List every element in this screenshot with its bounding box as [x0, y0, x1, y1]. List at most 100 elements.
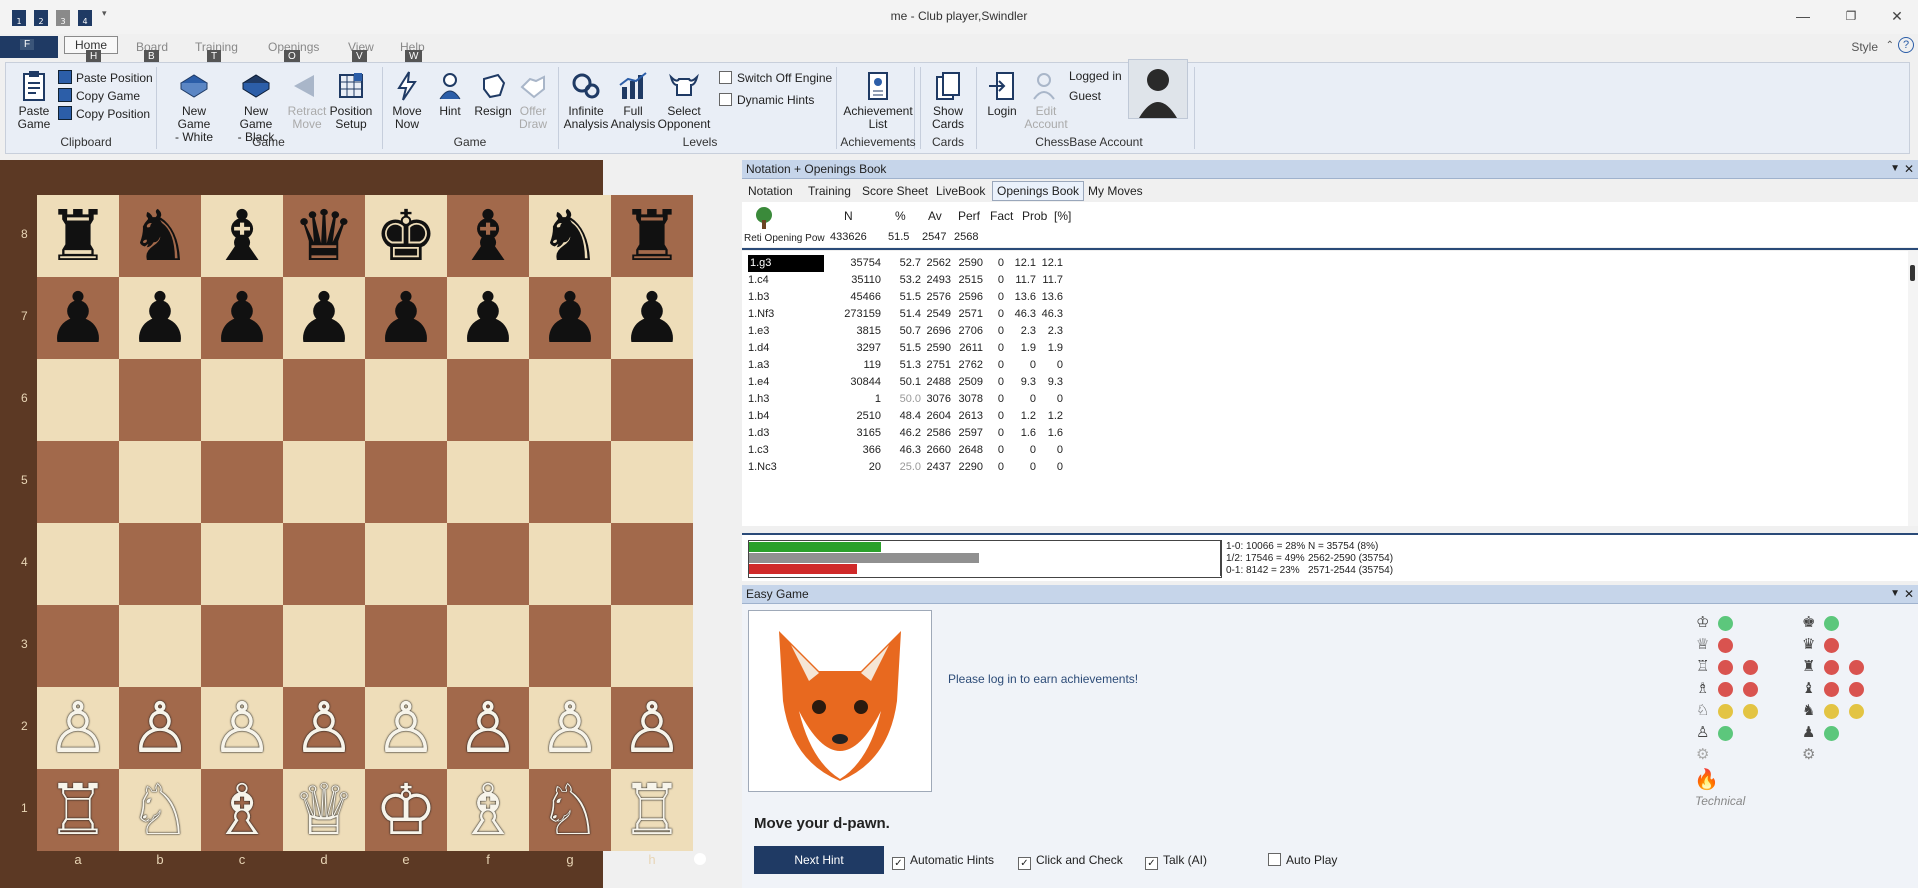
close-icon[interactable]: ✕ [1882, 6, 1912, 26]
board-square[interactable] [365, 605, 447, 687]
book-move-row[interactable]: 1.g3 35754 52.7 2562 2590 0 12.1 12.1 [746, 255, 1086, 272]
retract-move-button[interactable]: Retract Move [286, 69, 328, 131]
board-square[interactable] [201, 605, 283, 687]
white-pawn-icon[interactable]: ♙ [201, 687, 283, 769]
board-square[interactable] [529, 605, 611, 687]
board-square[interactable] [529, 359, 611, 441]
panel-menu-icon[interactable]: ▼ [1890, 585, 1900, 603]
book-move-row[interactable]: 1.b3 45466 51.5 2576 2596 0 13.6 13.6 [746, 289, 1086, 306]
offer-draw-button[interactable]: Offer Draw [514, 69, 552, 131]
panel-menu-icon[interactable]: ▼ [1890, 160, 1900, 178]
panel-close-icon[interactable]: ✕ [1904, 160, 1914, 178]
position-setup-button[interactable]: Position Setup [328, 69, 374, 131]
white-rook-icon[interactable]: ♖ [611, 769, 693, 851]
board-square[interactable] [119, 441, 201, 523]
tab-score-sheet[interactable]: Score Sheet [862, 184, 928, 198]
paste-position-button[interactable]: Paste Position [58, 69, 153, 87]
board-square[interactable] [529, 441, 611, 523]
show-cards-button[interactable]: Show Cards [928, 69, 968, 131]
black-king-icon[interactable]: ♚ [365, 195, 447, 277]
book-move[interactable]: 1.g3 [748, 255, 824, 272]
tab-openings-book[interactable]: Openings Book [992, 181, 1085, 201]
white-pawn-icon[interactable]: ♙ [447, 687, 529, 769]
new-game-black-button[interactable]: New Game - Black [226, 69, 286, 144]
white-pawn-icon[interactable]: ♙ [529, 687, 611, 769]
restore-icon[interactable]: ❐ [1836, 6, 1866, 26]
book-move[interactable]: 1.Nc3 [748, 459, 822, 476]
white-rook-icon[interactable]: ♖ [37, 769, 119, 851]
paste-game-button[interactable]: Paste Game [12, 69, 56, 131]
avatar[interactable] [1128, 59, 1188, 119]
board-square[interactable] [611, 605, 693, 687]
board-square[interactable] [365, 441, 447, 523]
black-knight-icon[interactable]: ♞ [119, 195, 201, 277]
board-square[interactable] [201, 359, 283, 441]
board-square[interactable] [283, 605, 365, 687]
white-bishop-icon[interactable]: ♗ [447, 769, 529, 851]
book-move-row[interactable]: 1.e4 30844 50.1 2488 2509 0 9.3 9.3 [746, 374, 1086, 391]
board-square[interactable] [611, 359, 693, 441]
book-move-row[interactable]: 1.e3 3815 50.7 2696 2706 0 2.3 2.3 [746, 323, 1086, 340]
copy-position-button[interactable]: Copy Position [58, 105, 150, 123]
black-pawn-icon[interactable]: ♟ [37, 277, 119, 359]
file-tab[interactable]: F [0, 36, 58, 58]
full-analysis-button[interactable]: Full Analysis [610, 69, 656, 131]
board-square[interactable] [529, 523, 611, 605]
click-and-check-checkbox[interactable]: ✓ Click and Check [1018, 851, 1123, 870]
tab-livebook[interactable]: LiveBook [936, 184, 985, 198]
chess-board[interactable]: ♜ ♞ ♝ ♛ ♚ ♝ ♞ ♜ ♟ ♟ ♟ ♟ ♟ ♟ ♟ ♟ ♙ ♙ ♙ ♙ ♙ ♙ ♙ ♙ ♖ ♘ ♗ ♕ ♔ ♗ ♘ ♖ [37, 195, 693, 851]
white-pawn-icon[interactable]: ♙ [283, 687, 365, 769]
white-knight-icon[interactable]: ♘ [529, 769, 611, 851]
book-move[interactable]: 1.h3 [748, 391, 822, 408]
black-pawn-icon[interactable]: ♟ [119, 277, 201, 359]
book-move[interactable]: 1.c3 [748, 442, 822, 459]
book-move[interactable]: 1.e4 [748, 374, 822, 391]
black-queen-icon[interactable]: ♛ [283, 195, 365, 277]
tab-my-moves[interactable]: My Moves [1088, 184, 1143, 198]
black-bishop-icon[interactable]: ♝ [201, 195, 283, 277]
book-move-row[interactable]: 1.h3 1 50.0 3076 3078 0 0 0 [746, 391, 1086, 408]
book-move[interactable]: 1.d3 [748, 425, 822, 442]
book-move[interactable]: 1.b3 [748, 289, 822, 306]
book-move-row[interactable]: 1.d3 3165 46.2 2586 2597 0 1.6 1.6 [746, 425, 1086, 442]
black-pawn-icon[interactable]: ♟ [283, 277, 365, 359]
board-square[interactable] [201, 523, 283, 605]
black-pawn-icon[interactable]: ♟ [611, 277, 693, 359]
board-square[interactable] [37, 359, 119, 441]
board-square[interactable] [37, 605, 119, 687]
select-opponent-button[interactable]: Select Opponent [656, 69, 712, 131]
book-move[interactable]: 1.c4 [748, 272, 822, 289]
black-rook-icon[interactable]: ♜ [611, 195, 693, 277]
board-square[interactable] [447, 359, 529, 441]
board-square[interactable] [447, 523, 529, 605]
hint-button[interactable]: Hint [430, 69, 470, 118]
copy-game-button[interactable]: Copy Game [58, 87, 140, 105]
board-square[interactable] [611, 523, 693, 605]
new-game-white-button[interactable]: New Game - White [164, 69, 224, 144]
help-icon[interactable]: ? [1898, 37, 1914, 53]
scrollbar-thumb[interactable] [1910, 265, 1915, 281]
minimize-icon[interactable]: — [1788, 6, 1818, 26]
board-square[interactable] [201, 441, 283, 523]
book-move-row[interactable]: 1.a3 119 51.3 2751 2762 0 0 0 [746, 357, 1086, 374]
book-move-row[interactable]: 1.c4 35110 53.2 2493 2515 0 11.7 11.7 [746, 272, 1086, 289]
white-king-icon[interactable]: ♔ [365, 769, 447, 851]
dynamic-hints-checkbox[interactable]: Dynamic Hints [719, 91, 814, 109]
panel-close-icon[interactable]: ✕ [1904, 585, 1914, 603]
black-rook-icon[interactable]: ♜ [37, 195, 119, 277]
move-now-button[interactable]: Move Now [388, 69, 426, 131]
book-move[interactable]: 1.Nf3 [748, 306, 822, 323]
tab-training[interactable]: Training [808, 184, 851, 198]
infinite-analysis-button[interactable]: Infinite Analysis [562, 69, 610, 131]
black-pawn-icon[interactable]: ♟ [447, 277, 529, 359]
scrollbar[interactable] [1908, 251, 1918, 526]
book-move[interactable]: 1.d4 [748, 340, 822, 357]
board-square[interactable] [119, 523, 201, 605]
book-move[interactable]: 1.a3 [748, 357, 822, 374]
board-square[interactable] [365, 523, 447, 605]
black-pawn-icon[interactable]: ♟ [201, 277, 283, 359]
style-dropdown[interactable]: Style [1851, 40, 1878, 54]
board-square[interactable] [119, 359, 201, 441]
black-knight-icon[interactable]: ♞ [529, 195, 611, 277]
white-queen-icon[interactable]: ♕ [283, 769, 365, 851]
